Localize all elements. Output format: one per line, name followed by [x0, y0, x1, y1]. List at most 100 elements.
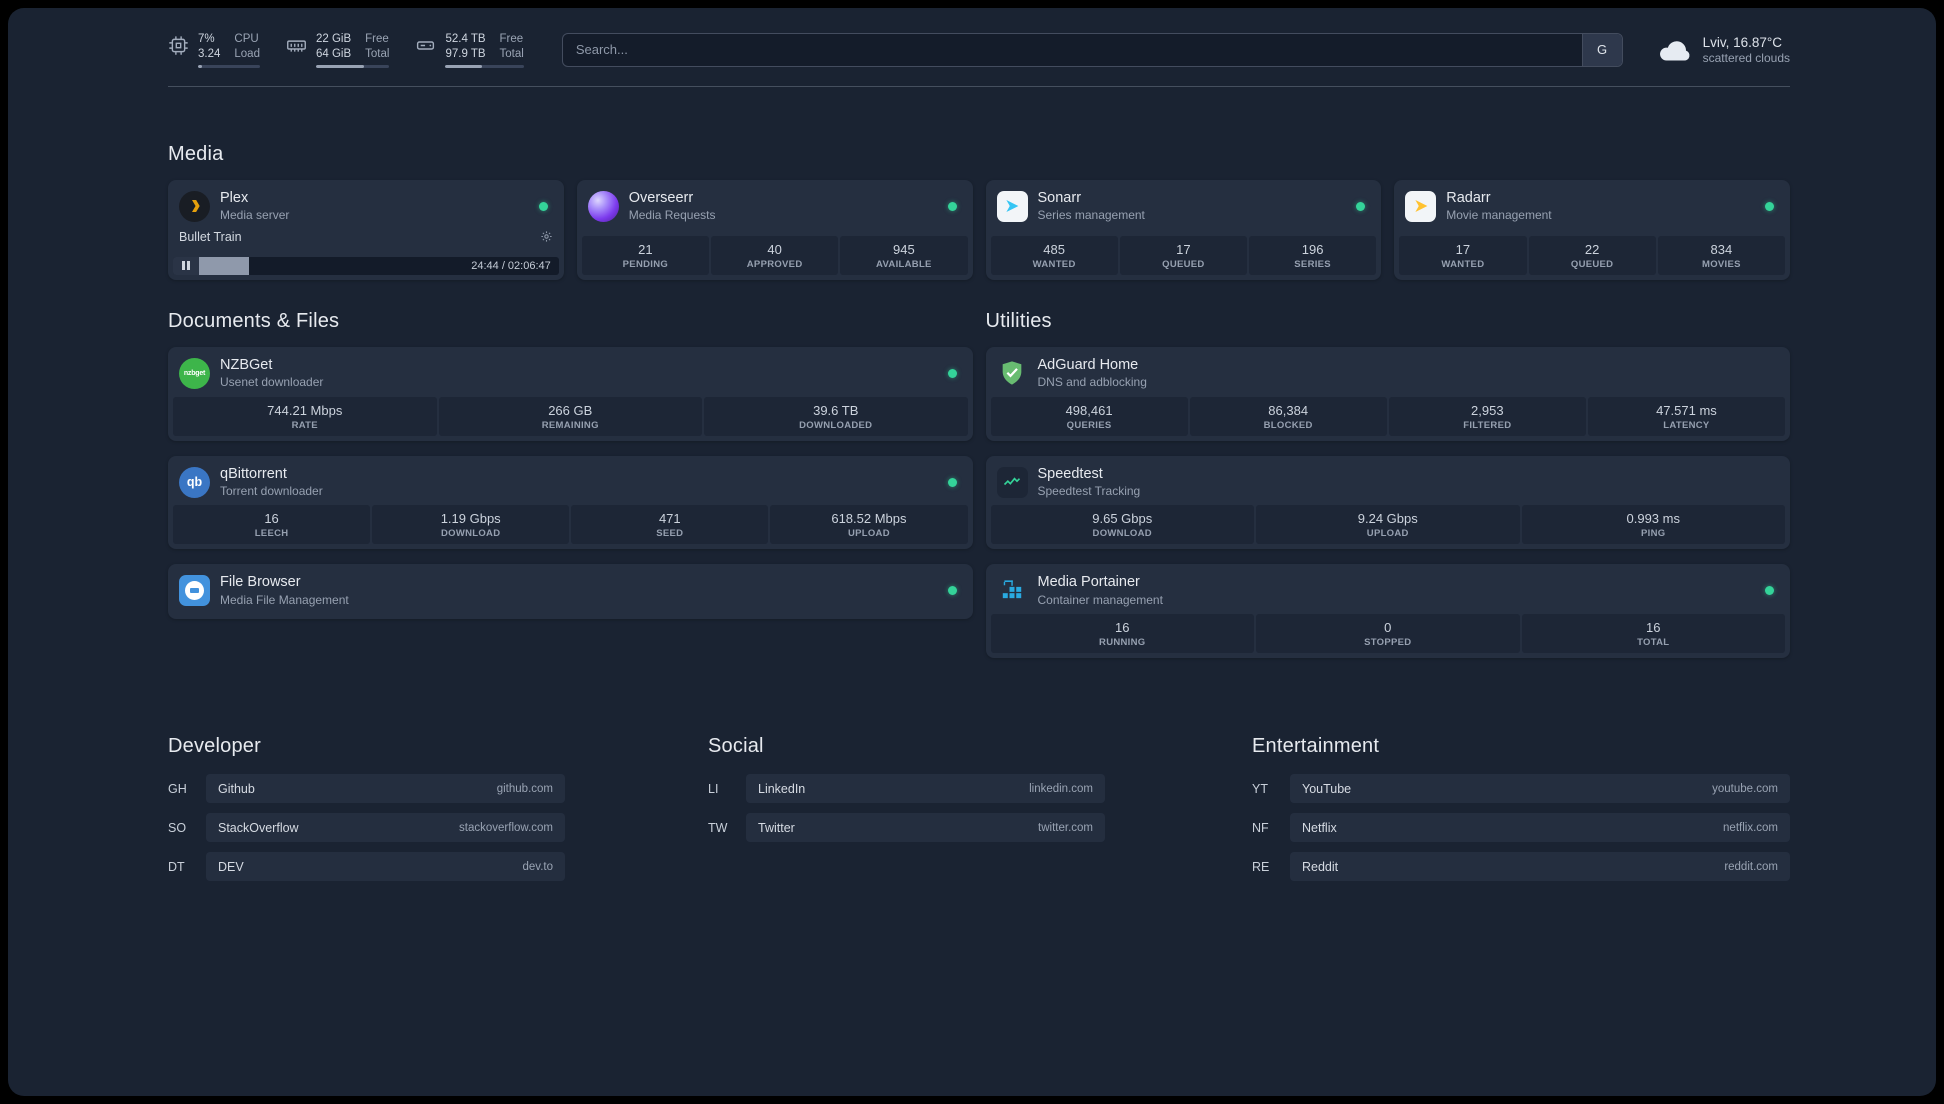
- bookmark-link-reddit[interactable]: Reddit reddit.com: [1290, 852, 1790, 882]
- pause-button[interactable]: [173, 256, 199, 275]
- sonarr-stats: 485 WANTED 17 QUEUED 196 SERIES: [990, 235, 1377, 275]
- bookmark-link-twitter[interactable]: Twitter twitter.com: [746, 813, 1105, 843]
- adguard-shield-icon: [997, 358, 1028, 389]
- service-card-sonarr[interactable]: Sonarr Series management 485 WANTED 17 Q…: [985, 179, 1382, 280]
- search-provider-button[interactable]: G: [1581, 33, 1622, 66]
- memory-widget: 22 GiB Free 64 GiB Total: [286, 32, 390, 68]
- stat-stopped: 0 STOPPED: [1256, 614, 1520, 654]
- status-dot-online: [1765, 201, 1774, 211]
- nzbget-stats: 744.21 Mbps RATE 266 GB REMAINING 39.6 T…: [173, 396, 968, 436]
- service-desc: Container management: [1037, 592, 1163, 607]
- service-card-portainer[interactable]: Media Portainer Container management 16 …: [985, 564, 1790, 659]
- filebrowser-icon-bar: [190, 588, 199, 594]
- search-bar[interactable]: G: [561, 32, 1623, 67]
- bookmark-link-netflix[interactable]: Netflix netflix.com: [1290, 813, 1790, 843]
- bookmark-abbr: NF: [1252, 820, 1269, 835]
- bookmark-link-youtube[interactable]: YouTube youtube.com: [1290, 774, 1790, 804]
- nzbget-icon-text: nzbget: [183, 369, 206, 377]
- cloud-icon: [1655, 35, 1693, 65]
- stat-download: 1.19 Gbps DOWNLOAD: [372, 505, 570, 545]
- stat-leech: 16 LEECH: [173, 505, 371, 545]
- filebrowser-titles: File Browser Media File Management: [220, 574, 349, 607]
- adguard-titles: AdGuard Home DNS and adblocking: [1038, 357, 1147, 390]
- section-title-media: Media: [168, 142, 224, 165]
- stat-queued: 17 QUEUED: [1119, 235, 1247, 275]
- topbar-divider: [168, 85, 1790, 87]
- adguard-stats: 498,461 QUERIES 86,384 BLOCKED 2,953 FIL…: [990, 396, 1785, 436]
- bookmark-link-dev[interactable]: DEV dev.to: [206, 852, 565, 882]
- bookmark-group-developer: Developer GH Github github.com SO StackO…: [168, 735, 565, 891]
- radarr-titles: Radarr Movie management: [1446, 190, 1551, 223]
- filebrowser-header: File Browser Media File Management: [173, 569, 968, 614]
- bookmark-link-linkedin[interactable]: LinkedIn linkedin.com: [746, 774, 1105, 804]
- playback-progress-track[interactable]: [199, 256, 463, 275]
- bookmark-row-reddit: RE Reddit reddit.com: [1252, 852, 1790, 882]
- stat-pending: 21 PENDING: [581, 235, 709, 275]
- disk-free-label: Free: [499, 33, 524, 45]
- cpu-load-label: Load: [234, 47, 260, 60]
- service-name: Media Portainer: [1037, 574, 1140, 591]
- disk-total-label: Total: [499, 47, 524, 60]
- nzbget-titles: NZBGet Usenet downloader: [220, 357, 323, 390]
- section-title-entertainment: Entertainment: [1252, 735, 1380, 758]
- search-input[interactable]: [562, 33, 1582, 66]
- speedtest-icon: [996, 466, 1028, 498]
- service-card-speedtest[interactable]: Speedtest Speedtest Tracking 9.65 Gbps D…: [985, 455, 1790, 550]
- service-card-adguard[interactable]: AdGuard Home DNS and adblocking 498,461 …: [985, 346, 1790, 441]
- cpu-progress-fill: [198, 64, 203, 68]
- cpu-load-value: 3.24: [198, 47, 221, 60]
- service-card-overseerr[interactable]: Overseerr Media Requests 21 PENDING 40 A…: [576, 179, 973, 280]
- qbittorrent-icon: qb: [179, 466, 210, 498]
- speedtest-stats: 9.65 Gbps DOWNLOAD 9.24 Gbps UPLOAD 0.99…: [990, 505, 1785, 545]
- portainer-stats: 16 RUNNING 0 STOPPED 16 TOTAL: [990, 614, 1785, 654]
- stat-wanted: 17 WANTED: [1399, 235, 1527, 275]
- status-dot-online: [1765, 586, 1774, 596]
- weather-text: Lviv, 16.87°C scattered clouds: [1703, 35, 1790, 65]
- plex-header: Plex Media server: [173, 185, 559, 230]
- service-name: Overseerr: [628, 189, 694, 206]
- bookmark-abbr: TW: [708, 820, 728, 835]
- plex-icon: [179, 190, 210, 222]
- stat-wanted: 485 WANTED: [990, 235, 1118, 275]
- weather-widget: Lviv, 16.87°C scattered clouds: [1655, 35, 1790, 65]
- documents-column: Documents & Files nzbget NZBGet Usenet d…: [168, 310, 973, 673]
- service-desc: Media Requests: [628, 208, 716, 223]
- service-name: AdGuard Home: [1037, 356, 1139, 373]
- bookmark-row-youtube: YT YouTube youtube.com: [1252, 774, 1790, 804]
- stat-queries: 498,461 QUERIES: [990, 396, 1188, 436]
- service-card-plex[interactable]: Plex Media server Bullet Train 24:44 / 0…: [168, 179, 564, 280]
- bookmark-group-social: Social LI LinkedIn linkedin.com TW Twitt…: [708, 735, 1105, 891]
- overseerr-header: Overseerr Media Requests: [582, 185, 968, 230]
- service-card-nzbget[interactable]: nzbget NZBGet Usenet downloader 744.21 M…: [168, 346, 973, 441]
- bookmark-link-stackoverflow[interactable]: StackOverflow stackoverflow.com: [206, 813, 565, 843]
- media-group: Plex Media server Bullet Train 24:44 / 0…: [168, 179, 1790, 280]
- stat-upload: 618.52 Mbps UPLOAD: [770, 505, 968, 545]
- stat-available: 945 AVAILABLE: [840, 235, 968, 275]
- stat-total: 16 TOTAL: [1521, 614, 1785, 654]
- service-card-qbittorrent[interactable]: qb qBittorrent Torrent downloader 16 LEE…: [168, 455, 973, 550]
- memory-icon: [286, 35, 307, 56]
- status-dot-online: [538, 201, 548, 211]
- bookmark-abbr: DT: [168, 859, 185, 874]
- service-desc: Speedtest Tracking: [1037, 484, 1141, 499]
- service-name: qBittorrent: [220, 465, 287, 482]
- gear-icon[interactable]: [540, 230, 553, 243]
- weather-location: Lviv, 16.87°C: [1702, 34, 1783, 50]
- service-card-radarr[interactable]: Radarr Movie management 17 WANTED 22 QUE…: [1394, 179, 1790, 280]
- bookmark-link-github[interactable]: Github github.com: [206, 774, 565, 804]
- bookmark-row-github: GH Github github.com: [168, 774, 565, 804]
- service-name: Plex: [220, 189, 249, 206]
- stat-rate: 744.21 Mbps RATE: [173, 396, 437, 436]
- sonarr-titles: Sonarr Series management: [1038, 190, 1145, 223]
- stat-series: 196 SERIES: [1249, 235, 1377, 275]
- sonarr-header: Sonarr Series management: [991, 185, 1377, 230]
- dashboard: 7% CPU 3.24 Load 22 GiB Free 64 GiB Tota…: [8, 8, 1936, 1096]
- portainer-titles: Media Portainer Container management: [1038, 574, 1163, 607]
- service-desc: Series management: [1037, 208, 1145, 223]
- service-card-filebrowser[interactable]: File Browser Media File Management: [168, 564, 973, 620]
- service-desc: Media File Management: [220, 592, 349, 607]
- plex-player-bar[interactable]: 24:44 / 02:06:47: [173, 256, 559, 275]
- speedtest-header: Speedtest Speedtest Tracking: [991, 461, 1786, 506]
- stat-seed: 471 SEED: [571, 505, 769, 545]
- stat-blocked: 86,384 BLOCKED: [1189, 396, 1387, 436]
